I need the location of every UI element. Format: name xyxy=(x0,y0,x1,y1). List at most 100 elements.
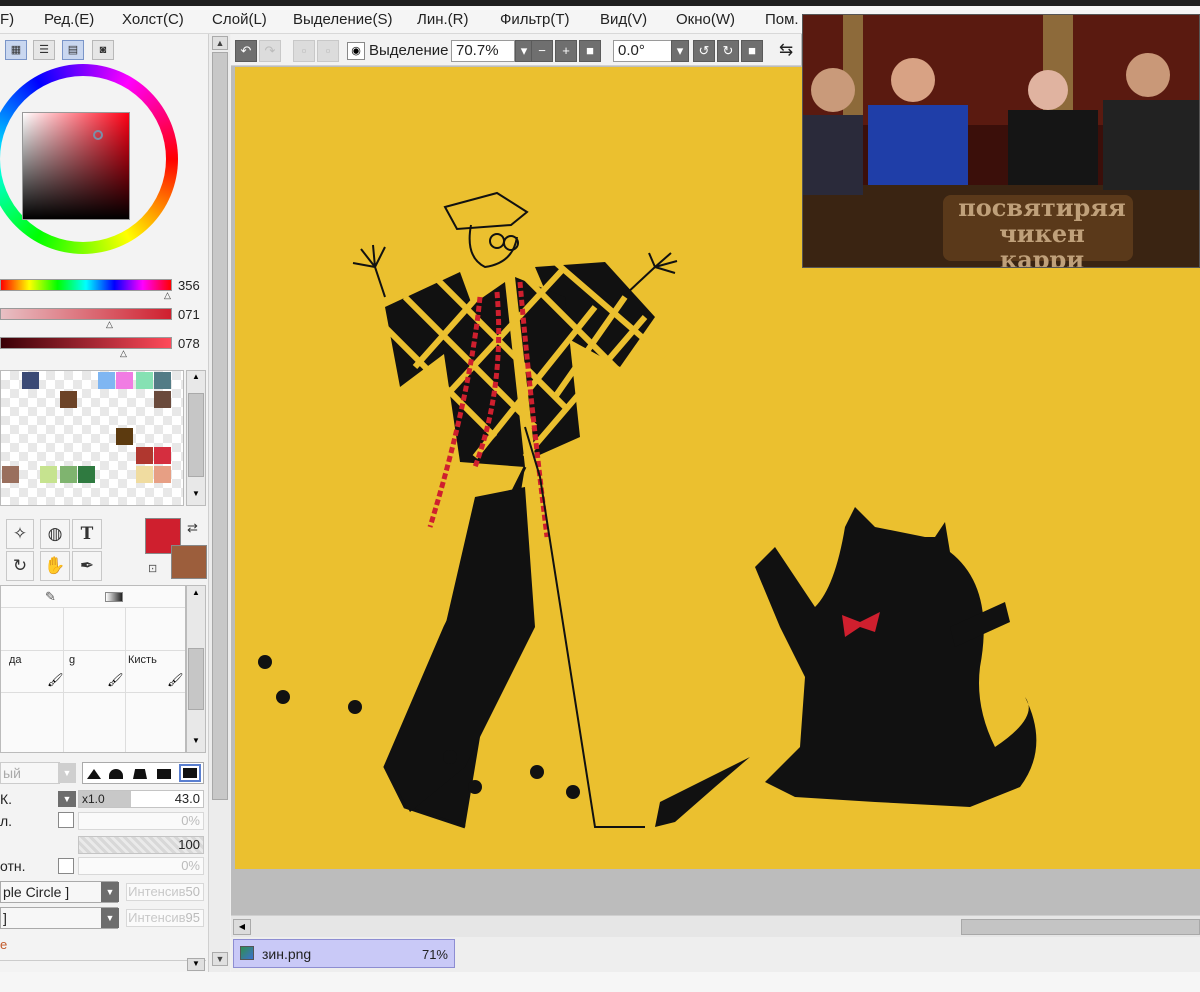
text-tool-icon[interactable]: T xyxy=(72,519,102,549)
color-swatch[interactable] xyxy=(116,372,133,389)
invert-selection-icon[interactable]: ▫ xyxy=(317,40,339,62)
swatch-scrollbar[interactable]: ▲ ▼ xyxy=(186,370,206,506)
hand-tool-icon[interactable]: ✋ xyxy=(40,551,70,581)
color-swatch[interactable] xyxy=(136,447,153,464)
zoom-in-icon[interactable]: + xyxy=(555,40,577,62)
intensity-field-1[interactable]: Интенсив50 xyxy=(126,883,204,901)
redo-icon[interactable]: ↷ xyxy=(259,40,281,62)
selection-visibility-label[interactable]: Выделение xyxy=(369,42,448,59)
rotate-view-icon[interactable]: ↻ xyxy=(6,551,34,581)
rotate-reset-icon[interactable]: ■ xyxy=(741,40,763,62)
menu-item[interactable]: Фильтр(T) xyxy=(500,11,570,28)
zoom-reset-icon[interactable]: ■ xyxy=(579,40,601,62)
scroll-down-icon[interactable]: ▼ xyxy=(212,952,228,966)
otn-value[interactable]: 0% xyxy=(78,857,204,875)
intensity-field-2[interactable]: Интенсив95 xyxy=(126,909,204,927)
chevron-down-icon[interactable]: ▼ xyxy=(58,763,76,783)
menu-item[interactable]: Лин.(R) xyxy=(417,11,469,28)
color-swatch[interactable] xyxy=(154,447,171,464)
menu-item[interactable]: Выделение(S) xyxy=(293,11,392,28)
scroll-left-icon[interactable]: ◀ xyxy=(233,919,251,935)
sub-color-box[interactable] xyxy=(171,545,207,579)
color-swatch[interactable] xyxy=(98,372,115,389)
panel-scrollbar[interactable]: ▲ ▼ xyxy=(208,34,230,972)
brush-grid-scrollbar[interactable]: ▲ ▼ xyxy=(186,585,206,753)
menu-item[interactable]: F) xyxy=(0,11,14,28)
chevron-down-icon[interactable]: ▼ xyxy=(101,908,119,928)
menu-item[interactable]: Окно(W) xyxy=(676,11,735,28)
color-swatch[interactable] xyxy=(2,466,19,483)
chevron-down-icon[interactable]: ▾ xyxy=(671,40,689,62)
scroll-up-icon[interactable]: ▲ xyxy=(188,588,204,602)
otn-checkbox[interactable] xyxy=(58,858,74,874)
menu-item[interactable]: Ред.(E) xyxy=(44,11,94,28)
deselect-icon[interactable]: ▫ xyxy=(293,40,315,62)
scroll-down-icon[interactable]: ▼ xyxy=(188,489,204,503)
eyedropper-icon[interactable]: ✒ xyxy=(72,551,102,581)
hscroll-thumb[interactable] xyxy=(961,919,1200,935)
color-swatch[interactable] xyxy=(40,466,57,483)
color-swatch[interactable] xyxy=(78,466,95,483)
hue-slider-marker[interactable]: △ xyxy=(164,290,171,301)
zoom-field[interactable]: 70.7% xyxy=(451,40,515,62)
shape-flat-icon[interactable] xyxy=(157,769,171,779)
chevron-down-icon[interactable]: ▼ xyxy=(58,791,76,807)
color-swatch[interactable] xyxy=(22,372,39,389)
zoom-out-icon[interactable]: − xyxy=(531,40,553,62)
menu-item[interactable]: Пом. xyxy=(765,11,799,28)
value-slider[interactable] xyxy=(0,337,172,349)
magic-wand-icon[interactable]: ✧ xyxy=(6,519,34,549)
scratchpad-tab-icon[interactable]: ◙ xyxy=(92,40,114,60)
blend-checkbox[interactable] xyxy=(58,812,74,828)
scroll-up-icon[interactable]: ▲ xyxy=(212,36,228,50)
saturation-slider-marker[interactable]: △ xyxy=(106,319,113,330)
scroll-down-icon[interactable]: ▼ xyxy=(188,736,204,750)
video-overlay[interactable]: посвятиряя чикен карри xyxy=(802,14,1200,268)
color-picker-cursor[interactable] xyxy=(93,130,103,140)
rotation-field[interactable]: 0.0° xyxy=(613,40,675,62)
brush-size-field[interactable]: x1.0 43.0 xyxy=(78,790,204,808)
color-swatch[interactable] xyxy=(136,466,153,483)
chevron-down-icon[interactable]: ▼ xyxy=(101,882,119,902)
shape-square-selected[interactable] xyxy=(179,764,201,782)
brush-mode-dropdown[interactable]: ый xyxy=(0,762,60,784)
rotate-right-icon[interactable]: ↻ xyxy=(717,40,739,62)
color-slider-tab-icon[interactable]: ☰ xyxy=(33,40,55,60)
undo-icon[interactable]: ↶ xyxy=(235,40,257,62)
swap-colors-icon[interactable]: ⇄ xyxy=(187,520,198,536)
menu-item[interactable]: Слой(L) xyxy=(212,11,267,28)
saturation-slider[interactable] xyxy=(0,308,172,320)
brush-scroll-thumb[interactable] xyxy=(188,648,204,710)
hue-slider[interactable] xyxy=(0,279,172,291)
shape-triangle-icon[interactable] xyxy=(87,769,101,779)
brush-cell-label[interactable]: g xyxy=(69,654,75,666)
color-swatch[interactable] xyxy=(154,466,171,483)
color-swatch[interactable] xyxy=(136,372,153,389)
value-slider-marker[interactable]: △ xyxy=(120,348,127,359)
color-swatch[interactable] xyxy=(116,428,133,445)
blend-value[interactable]: 0% xyxy=(78,812,204,830)
bucket-icon[interactable]: ◍ xyxy=(40,519,70,549)
file-tab[interactable]: зин.png 71% xyxy=(233,939,455,968)
saturation-value-square[interactable] xyxy=(22,112,130,220)
canvas-hscrollbar[interactable]: ◀ xyxy=(231,915,1200,937)
color-swatch[interactable] xyxy=(60,391,77,408)
eye-icon[interactable]: ◉ xyxy=(347,42,365,60)
gradient-tool-icon[interactable] xyxy=(105,592,123,602)
panel-scroll-thumb[interactable] xyxy=(212,52,228,800)
rotate-left-icon[interactable]: ↺ xyxy=(693,40,715,62)
brush-cell-label[interactable]: Кисть xyxy=(128,654,157,666)
shape-round-icon[interactable] xyxy=(109,769,123,779)
menu-item[interactable]: Вид(V) xyxy=(600,11,647,28)
scroll-down-icon[interactable]: ▼ xyxy=(187,958,205,971)
transparent-color-icon[interactable]: ⊡ xyxy=(148,562,157,575)
scroll-up-icon[interactable]: ▲ xyxy=(188,372,204,386)
brush-cell-label[interactable]: да xyxy=(9,654,22,666)
eraser-pen-icon[interactable]: ✎ xyxy=(45,589,56,605)
brush-shape-selector[interactable] xyxy=(82,762,204,784)
menu-item[interactable]: Холст(C) xyxy=(122,11,184,28)
flip-horizontal-icon[interactable]: ⇆ xyxy=(779,40,793,60)
shape-trapezoid-icon[interactable] xyxy=(133,769,147,779)
color-swatch[interactable] xyxy=(154,391,171,408)
color-wheel-tab-icon[interactable]: ▦ xyxy=(5,40,27,60)
